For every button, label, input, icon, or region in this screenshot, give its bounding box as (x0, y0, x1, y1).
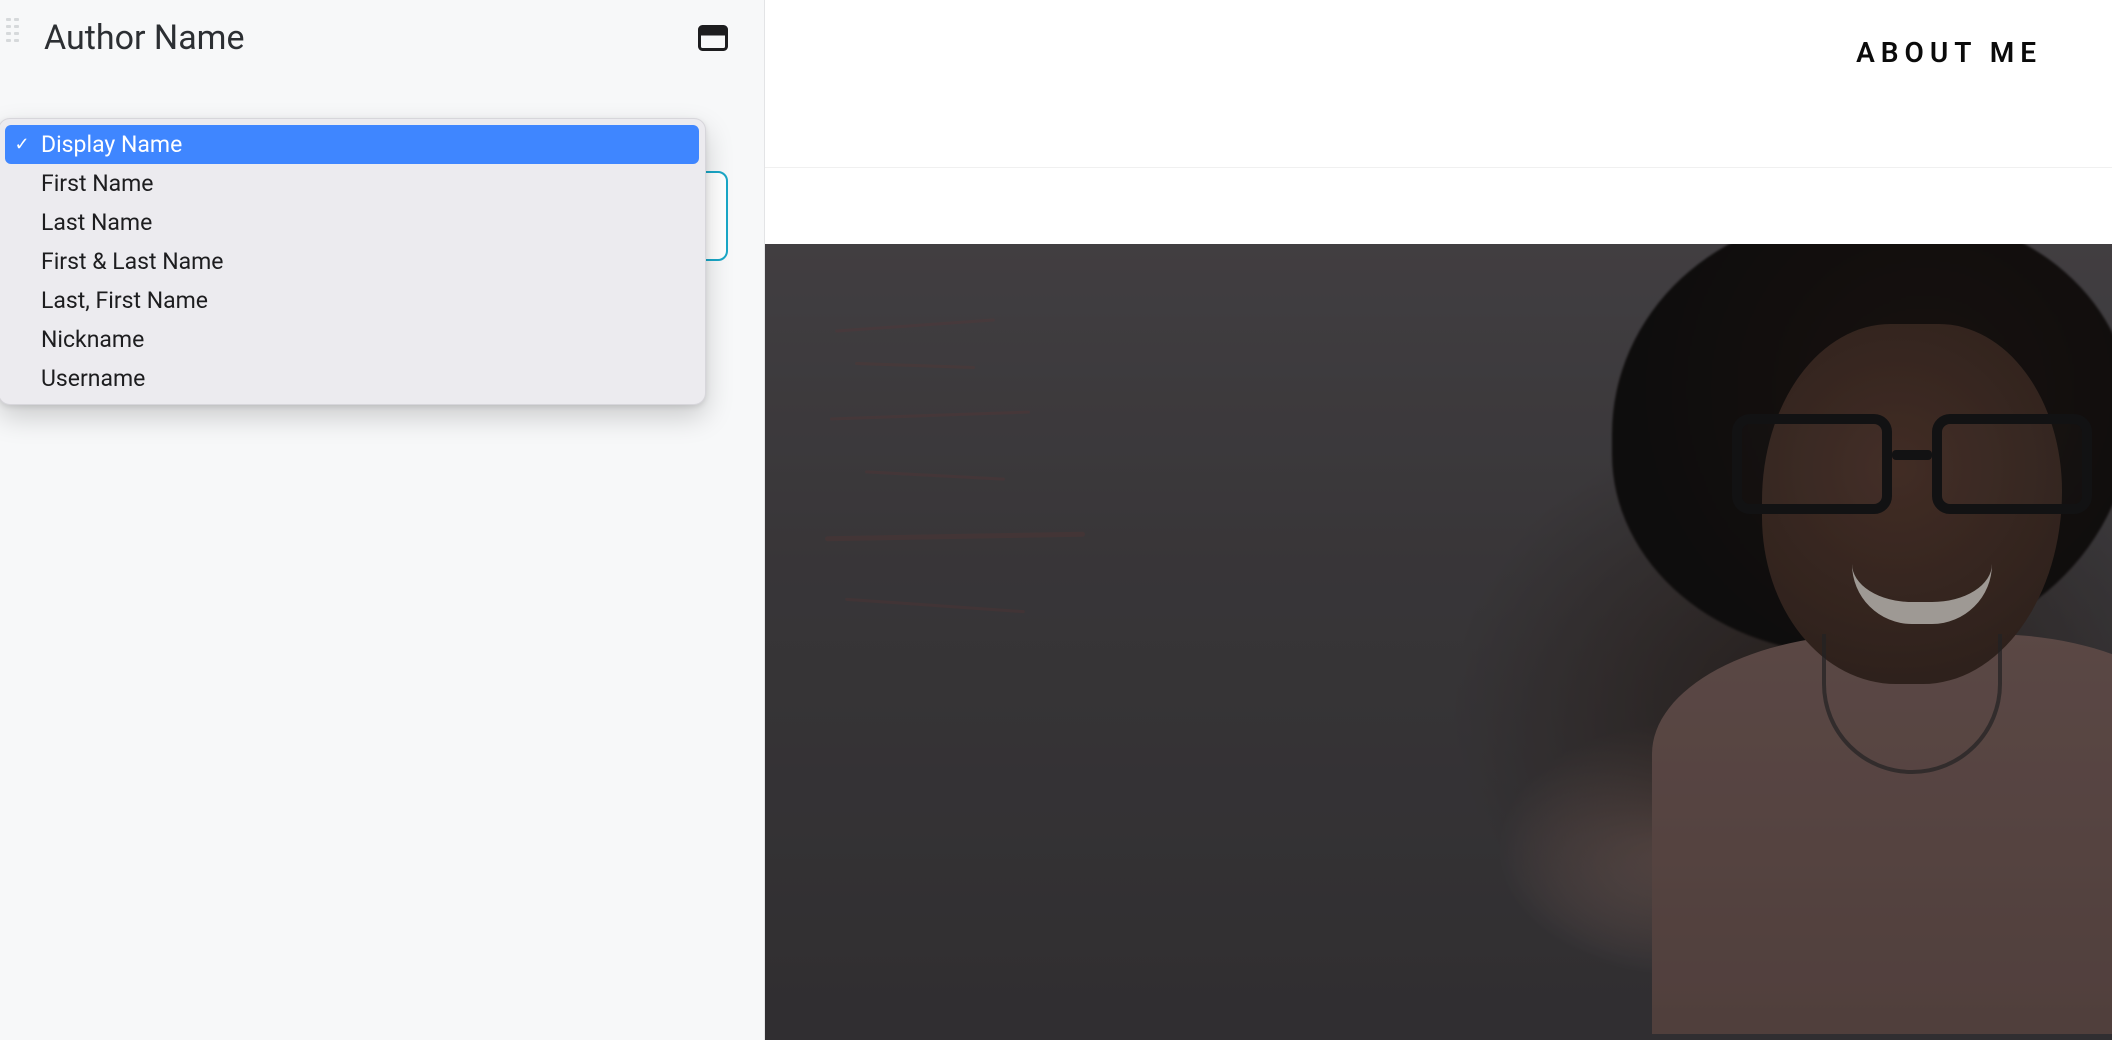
dropdown-option-label: Last, First Name (41, 287, 208, 314)
nav-link-about-me[interactable]: ABOUT ME (1856, 36, 2042, 69)
hero-overlay (765, 244, 2112, 1040)
dropdown-option-label: First Name (41, 170, 153, 197)
dropdown-option-label: Nickname (41, 326, 144, 353)
settings-panel: Author Name Type ✓Display Name✓First Nam… (0, 0, 765, 1040)
panel-header: Author Name (0, 0, 764, 58)
dropdown-option-label: Display Name (41, 131, 182, 158)
type-dropdown[interactable]: ✓ Display Name ✓First Name✓Last Name✓First… (0, 118, 706, 405)
dropdown-option-label: First & Last Name (41, 248, 224, 275)
dropdown-option[interactable]: ✓Last, First Name (5, 281, 699, 320)
preview-nav: ABOUT ME (765, 0, 2112, 168)
page-preview: ABOUT ME (765, 0, 2112, 1040)
dropdown-option[interactable]: ✓First & Last Name (5, 242, 699, 281)
dropdown-option-label: Username (41, 365, 145, 392)
drag-handle-icon[interactable] (6, 18, 19, 42)
hero-section (765, 244, 2112, 1040)
field-type: Type ✓Display Name✓First Name✓Last Name✓… (0, 58, 764, 261)
dropdown-option[interactable]: ✓Username (5, 359, 699, 398)
window-icon[interactable] (698, 25, 728, 51)
dropdown-option[interactable]: ✓First Name (5, 164, 699, 203)
dropdown-option[interactable]: ✓Nickname (5, 320, 699, 359)
dropdown-option[interactable]: ✓Last Name (5, 203, 699, 242)
dropdown-option-label: Last Name (41, 209, 152, 236)
check-icon: ✓ (13, 134, 31, 155)
panel-title: Author Name (44, 18, 245, 58)
dropdown-option[interactable]: ✓ Display Name (5, 125, 699, 164)
